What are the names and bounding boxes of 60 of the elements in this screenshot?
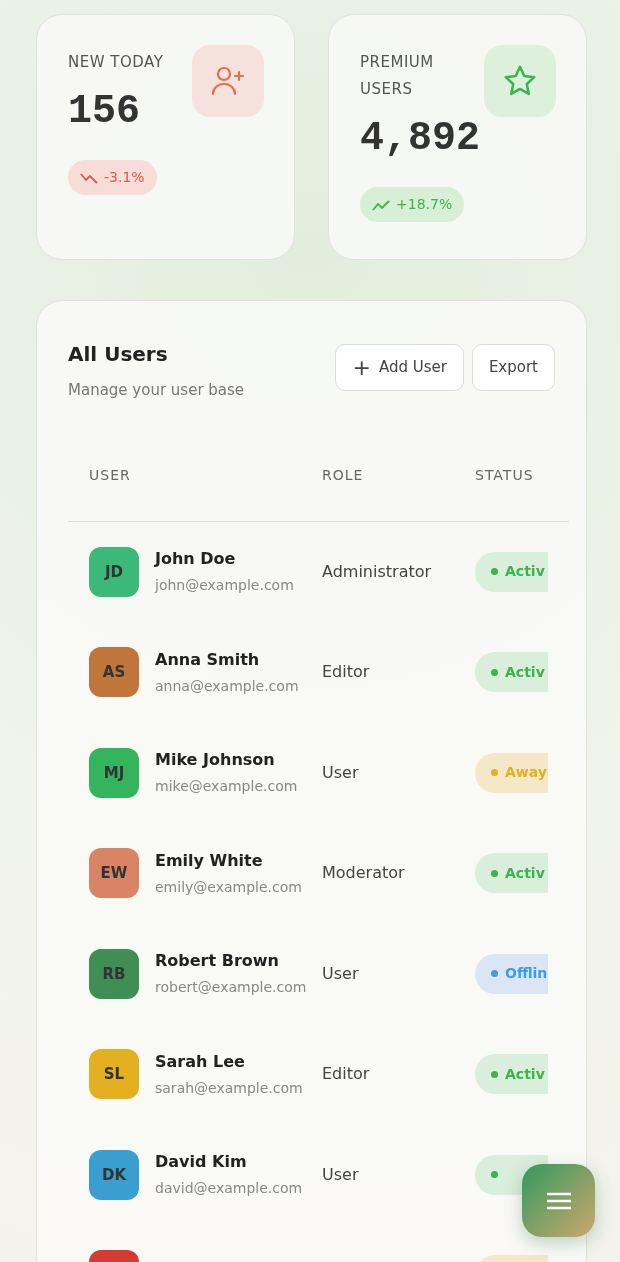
user-role: Administrator bbox=[322, 561, 432, 581]
status-text: Activ bbox=[505, 662, 545, 682]
menu-button[interactable] bbox=[522, 1164, 595, 1237]
export-button[interactable]: Export bbox=[471, 344, 555, 391]
user-email: john@example.com bbox=[155, 576, 294, 596]
trend-up-icon bbox=[372, 198, 390, 211]
trend-down-icon bbox=[80, 171, 98, 184]
user-role: User bbox=[322, 762, 359, 782]
user-avatar: MJ bbox=[89, 747, 139, 798]
status-dot bbox=[491, 769, 498, 777]
user-name: Anna Smith bbox=[155, 648, 261, 671]
user-name: Robert Brown bbox=[155, 950, 280, 973]
user-role: Editor bbox=[322, 1064, 370, 1084]
user-name: Emily White bbox=[155, 849, 264, 872]
stat-value: 4,892 bbox=[360, 115, 482, 163]
stat-label: PREMIUM USERS bbox=[360, 52, 435, 100]
menu-icon bbox=[546, 1191, 571, 1210]
status-text: Offlin bbox=[505, 964, 548, 984]
user-name: David Kim bbox=[155, 1151, 248, 1174]
user-role: Moderator bbox=[322, 863, 405, 883]
status-text: Activ bbox=[505, 1064, 545, 1084]
user-name: Mike Johnson bbox=[155, 749, 276, 772]
user-avatar: RB bbox=[89, 948, 139, 999]
user-email: sarah@example.com bbox=[155, 1078, 303, 1098]
user-role: Editor bbox=[322, 662, 370, 682]
user-role: User bbox=[322, 963, 359, 983]
user-avatar: SL bbox=[89, 1049, 139, 1100]
user-role: User bbox=[322, 1164, 359, 1184]
status-dot bbox=[491, 1171, 498, 1179]
user-name: John Doe bbox=[155, 548, 237, 571]
user-avatar: AS bbox=[89, 647, 139, 698]
user-avatar: DK bbox=[89, 1149, 139, 1200]
change-value: -3.1% bbox=[104, 168, 145, 187]
card-title: All Users bbox=[68, 341, 169, 368]
stat-value: 156 bbox=[68, 88, 141, 136]
card-subtitle: Manage your user base bbox=[68, 380, 246, 401]
change-value: +18.7% bbox=[396, 195, 453, 214]
user-email: emily@example.com bbox=[155, 877, 302, 897]
add-user-icon bbox=[192, 45, 264, 117]
plus-icon: + bbox=[352, 356, 371, 379]
stat-label: NEW TODAY bbox=[68, 52, 165, 73]
status-text: Activ bbox=[505, 863, 545, 883]
status-dot bbox=[491, 869, 498, 877]
column-header: STATUS bbox=[475, 465, 535, 485]
status-text: Away bbox=[505, 763, 547, 783]
user-name: Sarah Lee bbox=[155, 1050, 246, 1073]
user-avatar: JD bbox=[89, 546, 139, 597]
status-dot bbox=[491, 568, 498, 576]
status-dot bbox=[491, 668, 498, 676]
status-dot bbox=[491, 1070, 498, 1078]
column-header: USER bbox=[88, 465, 132, 485]
user-avatar: EW bbox=[89, 848, 139, 899]
user-email: anna@example.com bbox=[155, 676, 299, 696]
column-header: ROLE bbox=[322, 465, 365, 485]
status-dot bbox=[491, 970, 498, 978]
user-email: mike@example.com bbox=[155, 777, 298, 797]
add-user-button[interactable]: + Add User bbox=[335, 344, 464, 391]
user-email: robert@example.com bbox=[155, 978, 307, 998]
user-email: david@example.com bbox=[155, 1179, 303, 1199]
status-text: Activ bbox=[505, 562, 545, 582]
